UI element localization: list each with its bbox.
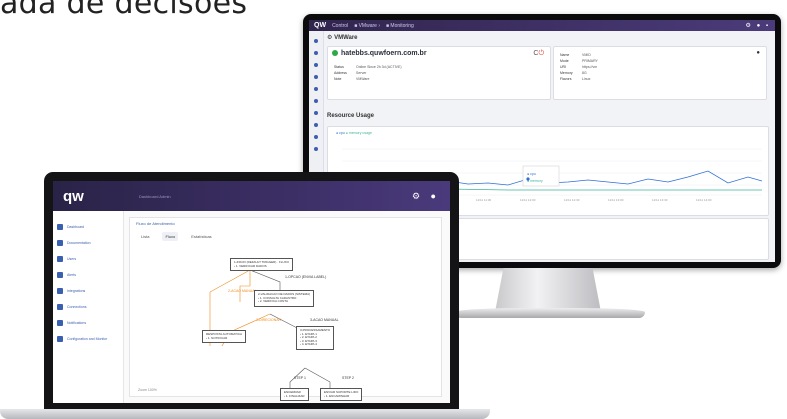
svg-text:11/11 13:00: 11/11 13:00 — [608, 198, 624, 202]
sidebar-item-connections[interactable]: Connections — [53, 299, 123, 315]
page-title: ⚙ VMWare — [327, 35, 358, 41]
laptop-topbar: qw Dashboard Admin ⚙ ● — [53, 181, 450, 211]
headline-text: ada de decisões — [0, 0, 248, 21]
sidebar-icon[interactable] — [314, 63, 318, 67]
edge-label: STEP 2 — [342, 376, 354, 380]
svg-text:11/11 12:00: 11/11 12:00 — [520, 198, 536, 202]
breadcrumb-item[interactable]: ■ VMware › — [354, 23, 380, 29]
svg-text:11/11 11:30: 11/11 11:30 — [476, 198, 492, 202]
flow-panel: Fluxo de Atendimento Lista Fluxo Estatís… — [129, 217, 442, 402]
sidebar-icon[interactable] — [314, 39, 318, 43]
tab-estatisticas[interactable]: Estatísticas — [188, 232, 214, 241]
sidebar-item-integrations[interactable]: Integrations — [53, 283, 123, 299]
resource-usage-title: Resource Usage — [327, 113, 375, 119]
laptop-brand-logo[interactable]: qw — [63, 188, 84, 205]
sidebar-icon[interactable] — [314, 147, 318, 151]
tab-fluxo[interactable]: Fluxo — [162, 232, 179, 241]
sidebar-item-users[interactable]: Users — [53, 251, 123, 267]
monitor-topbar: QW Control ■ VMware › ■ Monitoring ⚙ ● ▪ — [309, 20, 775, 31]
tooltip-cpu: ● cpu — [527, 172, 536, 176]
status-online-icon — [332, 50, 338, 57]
sidebar-icon[interactable] — [314, 87, 318, 91]
vm-properties-card: ● Name VMID Mode PRIMARY URI https://vm Mem… — [553, 46, 767, 100]
sidebar-icon[interactable] — [314, 123, 318, 127]
flow-node[interactable]: ENVIAR SUPORTE LIDO › 1. ENCAMINHAR — [320, 388, 363, 402]
edge-label: 3-ACAO MANUAL — [310, 318, 339, 322]
monitor-stand-base — [455, 308, 645, 318]
vmware-icon: ⚙ — [327, 35, 333, 41]
bell-icon — [57, 320, 63, 326]
tab-lista[interactable]: Lista — [138, 232, 152, 241]
sidebar-item-documentation[interactable]: Documentation — [53, 235, 123, 251]
host-card: hatebbs.quwfoern.com.br C⏻ Status Online … — [327, 46, 551, 100]
breadcrumb-item[interactable]: ■ Monitoring — [386, 23, 414, 29]
laptop-screen: qw Dashboard Admin ⚙ ● Dashboard Documen… — [53, 181, 450, 403]
sidebar-item-alerts[interactable]: Alerts — [53, 267, 123, 283]
sidebar-icon[interactable] — [314, 51, 318, 55]
host-details: Status Online Since 2h 3d (ACTIVE) Addres… — [334, 65, 402, 81]
svg-text:11/11 12:30: 11/11 12:30 — [564, 198, 580, 202]
breadcrumb-item[interactable]: Control — [332, 23, 348, 29]
topbar-icons[interactable]: ⚙ ● ▪ — [746, 22, 770, 29]
flow-node[interactable]: 1-INICIO (DEFAULT TRIGGER) · FLUXO › 1. V… — [230, 258, 294, 272]
edge-label: 3-DIRECIONAR — [256, 318, 282, 322]
sidebar-item-notifications[interactable]: Notifications — [53, 315, 123, 331]
config-icon — [57, 336, 63, 342]
document-icon — [57, 240, 63, 246]
flow-node[interactable]: ENCERRAR › 1. FINALIZAR — [280, 388, 309, 402]
power-icon[interactable]: C⏻ — [533, 50, 544, 58]
panel-title: Fluxo de Atendimento — [136, 221, 175, 226]
sidebar-item-configuration[interactable]: Configuration and Monitor — [53, 331, 123, 347]
info-icon[interactable]: ● — [756, 50, 760, 56]
monitor-brand-logo[interactable]: QW — [314, 22, 326, 29]
sidebar-item-dashboard[interactable]: Dashboard — [53, 219, 123, 235]
terminal-icon — [57, 288, 63, 294]
sync-icon — [57, 304, 63, 310]
users-icon — [57, 256, 63, 262]
edge-label: 1-OPCAO (ENVIA LABEL) — [285, 275, 327, 279]
edge-label: STEP 1 — [294, 376, 306, 380]
svg-text:11/11 13:30: 11/11 13:30 — [652, 198, 668, 202]
svg-text:11/11 14:00: 11/11 14:00 — [696, 198, 712, 202]
flow-node[interactable]: 3-PROCESSAMENTO › 1. ETAPA 1 › 2. ETAPA 2 … — [296, 326, 335, 350]
settings-user-icons[interactable]: ⚙ ● — [412, 191, 440, 202]
flow-node[interactable]: 2-VALIDACAO DE DADOS (SISTEMA) › 1. CONSU… — [254, 290, 315, 307]
sidebar-icon[interactable] — [314, 135, 318, 139]
sidebar-icon[interactable] — [314, 99, 318, 103]
sidebar-icon[interactable] — [314, 75, 318, 79]
zoom-indicator[interactable]: Zoom 100% — [138, 388, 157, 392]
host-name: hatebbs.quwfoern.com.br — [332, 50, 427, 57]
laptop-base — [0, 409, 490, 419]
alert-icon — [57, 272, 63, 278]
edge-label: 2-ACAO MANUAL — [228, 289, 257, 293]
dashboard-icon — [57, 224, 63, 230]
chart-tooltip — [522, 165, 560, 187]
flow-node[interactable]: RESPOSTA AUTOMATICA › 1. NOTIFICAR — [202, 330, 247, 344]
flow-tabs: Lista Fluxo Estatísticas — [138, 232, 215, 241]
laptop-sidebar: Dashboard Documentation Users Alerts Int… — [53, 211, 124, 403]
app-subtitle: Dashboard Admin — [138, 193, 171, 199]
vm-properties: Name VMID Mode PRIMARY URI https://vm Memor… — [560, 53, 598, 81]
sidebar-icon[interactable] — [314, 111, 318, 115]
monitor-stand — [495, 268, 601, 312]
laptop-device: qw Dashboard Admin ⚙ ● Dashboard Documen… — [44, 172, 459, 409]
laptop-main: Fluxo de Atendimento Lista Fluxo Estatís… — [129, 217, 442, 402]
